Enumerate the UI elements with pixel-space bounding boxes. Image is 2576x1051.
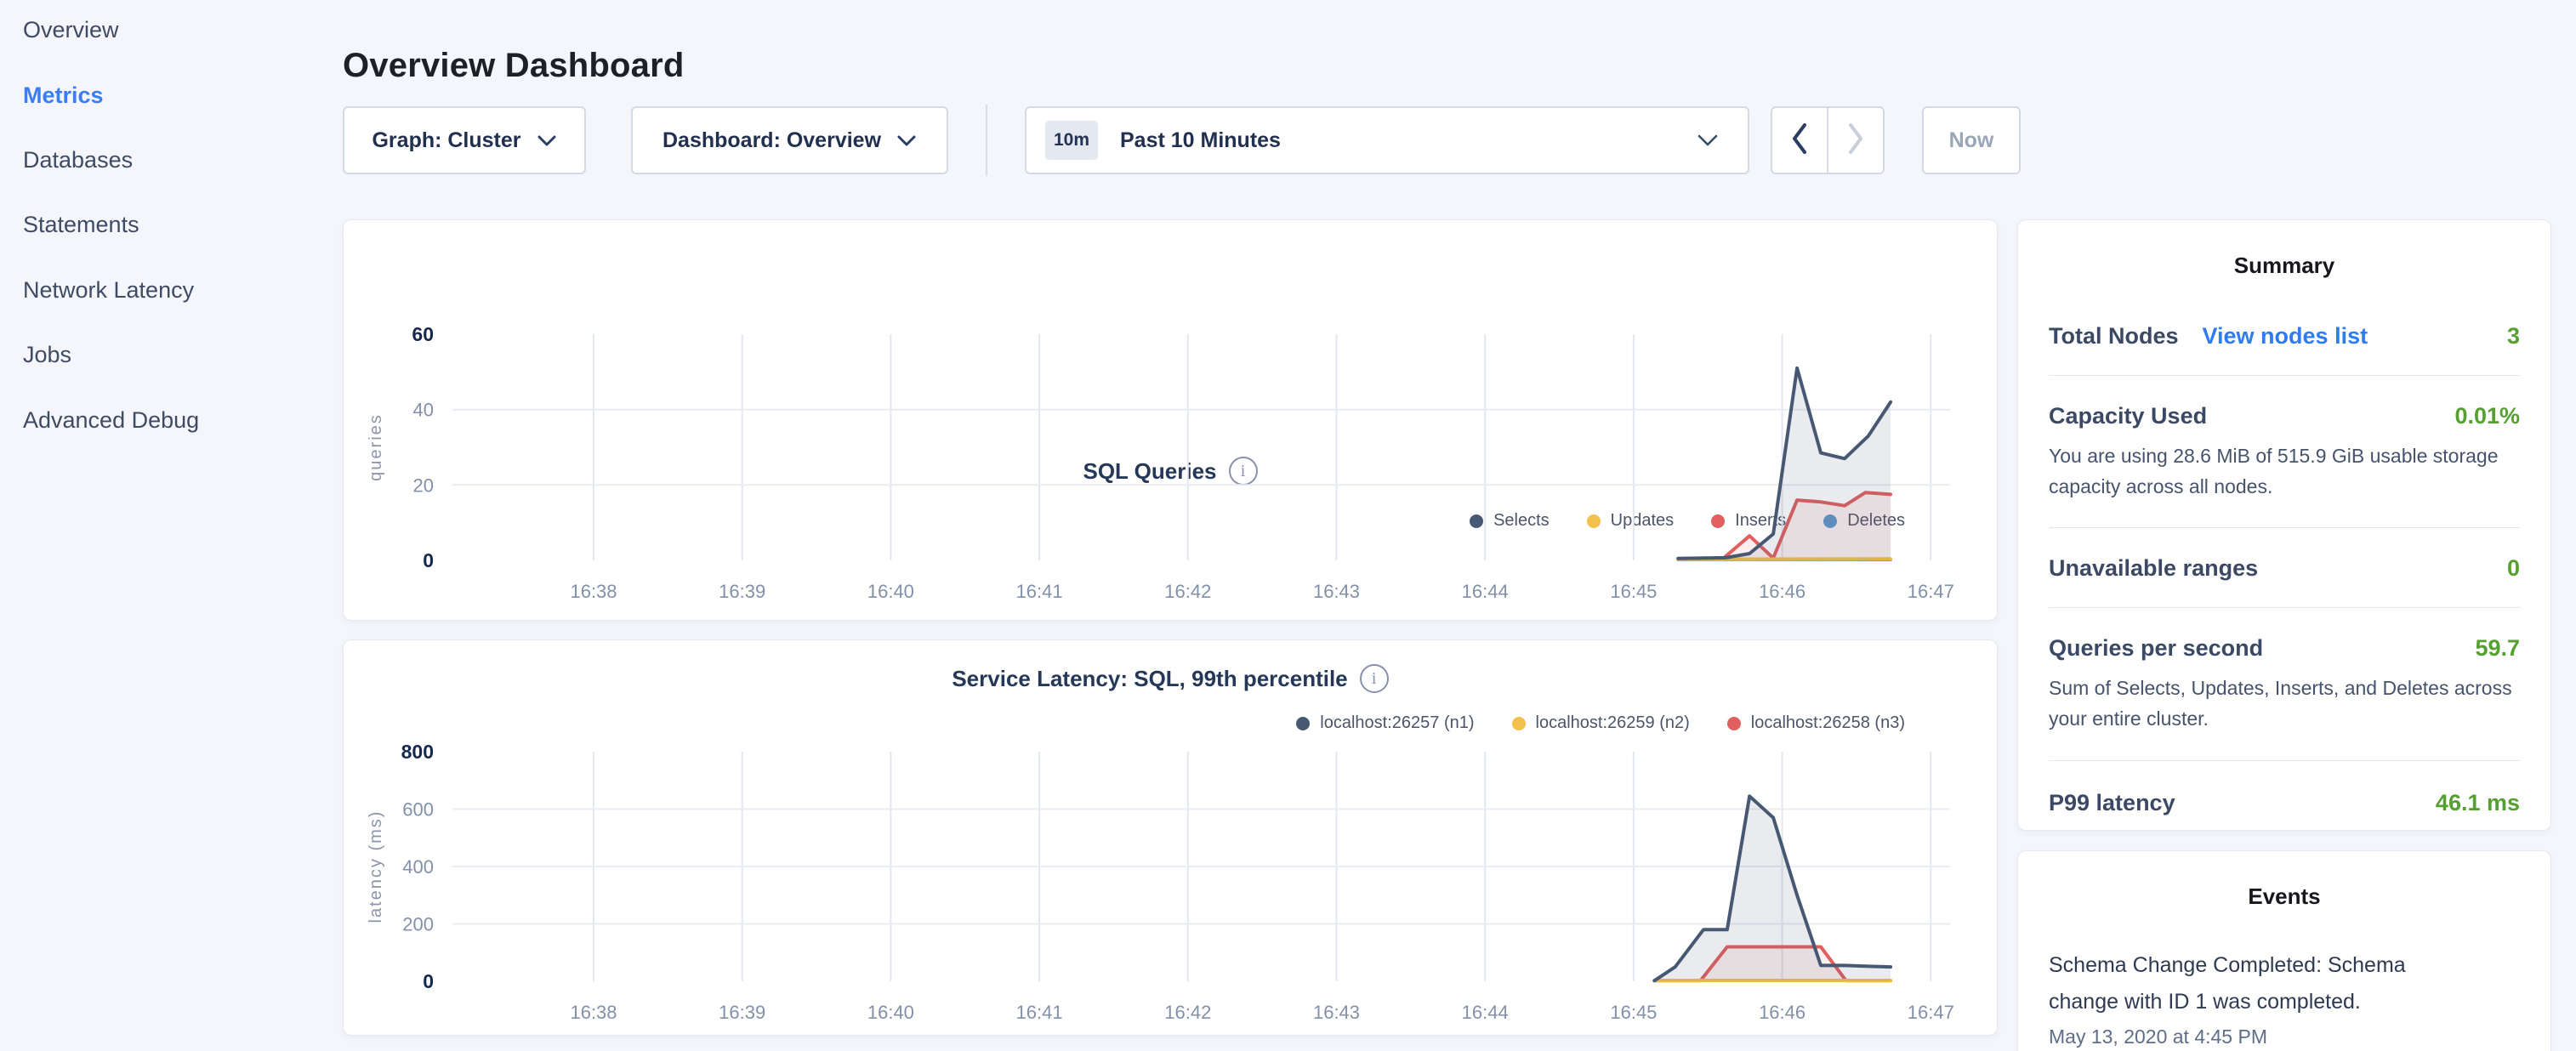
summary-label: Unavailable ranges — [2049, 555, 2258, 582]
sidebar-item-databases[interactable]: Databases — [23, 147, 133, 176]
svg-text:16:41: 16:41 — [1016, 581, 1063, 602]
summary-row-capacity-used: Capacity Used 0.01% — [2049, 403, 2520, 429]
svg-text:16:42: 16:42 — [1164, 1002, 1211, 1023]
svg-text:16:39: 16:39 — [719, 581, 765, 602]
sidebar-item-statements[interactable]: Statements — [23, 212, 139, 241]
time-step-buttons — [1771, 106, 1885, 174]
svg-text:800: 800 — [401, 741, 434, 763]
svg-text:latency (ms): latency (ms) — [367, 810, 385, 923]
sidebar-item-network-latency[interactable]: Network Latency — [23, 277, 194, 306]
divider — [2049, 760, 2520, 761]
summary-row-p99-latency: P99 latency 46.1 ms — [2049, 790, 2520, 816]
svg-text:16:39: 16:39 — [719, 1002, 765, 1023]
svg-text:16:43: 16:43 — [1313, 581, 1360, 602]
svg-text:16:45: 16:45 — [1610, 581, 1657, 602]
svg-text:16:40: 16:40 — [867, 1002, 914, 1023]
graph-dropdown[interactable]: Graph: Cluster — [343, 106, 586, 174]
svg-text:16:38: 16:38 — [570, 581, 617, 602]
divider — [2049, 527, 2520, 528]
svg-text:0: 0 — [423, 549, 434, 571]
svg-text:16:44: 16:44 — [1462, 581, 1509, 602]
svg-text:40: 40 — [413, 400, 434, 421]
event-item[interactable]: Schema Change Completed: Schema change w… — [2049, 947, 2478, 1020]
sql-queries-plot: 16:38 16:39 16:40 16:41 16:42 16:43 16:44 16:45… — [344, 220, 1999, 622]
metrics-page: Overview Metrics Databases Statements Ne… — [0, 0, 2576, 1051]
svg-text:0: 0 — [423, 970, 434, 992]
svg-text:400: 400 — [402, 856, 434, 878]
summary-value: 3 — [2507, 323, 2520, 349]
summary-value: 59.7 — [2475, 635, 2520, 662]
chevron-right-icon — [1847, 122, 1864, 159]
summary-label: P99 latency — [2049, 790, 2175, 816]
page-title: Overview Dashboard — [343, 47, 685, 85]
svg-text:16:47: 16:47 — [1908, 581, 1954, 602]
sidebar-item-advanced-debug[interactable]: Advanced Debug — [23, 407, 199, 436]
view-nodes-list-link[interactable]: View nodes list — [2203, 323, 2368, 349]
summary-label: Queries per second — [2049, 635, 2263, 662]
toolbar-divider — [986, 105, 987, 176]
graph-dropdown-label: Graph: Cluster — [372, 128, 520, 153]
prev-time-button[interactable] — [1772, 108, 1827, 173]
summary-row-queries-per-second: Queries per second 59.7 — [2049, 635, 2520, 662]
divider — [2049, 607, 2520, 608]
svg-text:16:46: 16:46 — [1759, 581, 1805, 602]
time-range-picker[interactable]: 10m Past 10 Minutes — [1025, 106, 1749, 174]
chevron-down-icon — [896, 128, 917, 153]
summary-value: 0.01% — [2454, 403, 2520, 429]
svg-text:16:40: 16:40 — [867, 581, 914, 602]
chevron-down-icon — [1697, 128, 1719, 153]
time-range-badge: 10m — [1045, 121, 1098, 160]
dashboard-dropdown[interactable]: Dashboard: Overview — [631, 106, 948, 174]
service-latency-chart-card: Service Latency: SQL, 99th percentile lo… — [343, 639, 1998, 1036]
svg-text:16:43: 16:43 — [1313, 1002, 1360, 1023]
summary-label: Total Nodes — [2049, 323, 2179, 349]
summary-row-total-nodes: Total Nodes View nodes list 3 — [2049, 323, 2520, 349]
svg-text:200: 200 — [402, 914, 434, 935]
service-latency-plot: 16:38 16:39 16:40 16:41 16:42 16:43 16:44 16:45… — [344, 640, 1999, 1037]
summary-subtext: You are using 28.6 MiB of 515.9 GiB usab… — [2049, 441, 2520, 502]
summary-value: 0 — [2507, 555, 2520, 582]
summary-title: Summary — [2049, 220, 2520, 279]
next-time-button[interactable] — [1827, 108, 1883, 173]
svg-text:600: 600 — [402, 799, 434, 821]
summary-row-unavailable-ranges: Unavailable ranges 0 — [2049, 555, 2520, 582]
svg-text:16:44: 16:44 — [1462, 1002, 1509, 1023]
sql-queries-chart-card: SQL Queries Selects Updates Inserts Dele… — [343, 219, 1998, 621]
sidebar-item-metrics[interactable]: Metrics — [23, 82, 104, 111]
svg-text:queries: queries — [367, 413, 385, 481]
time-range-label: Past 10 Minutes — [1120, 128, 1281, 153]
dashboard-dropdown-label: Dashboard: Overview — [662, 128, 881, 153]
summary-subtext: Sum of Selects, Updates, Inserts, and De… — [2049, 673, 2520, 734]
svg-text:16:45: 16:45 — [1610, 1002, 1657, 1023]
sidebar-item-overview[interactable]: Overview — [23, 17, 119, 46]
sidebar-item-jobs[interactable]: Jobs — [23, 342, 71, 371]
svg-text:16:41: 16:41 — [1016, 1002, 1063, 1023]
summary-panel: Summary Total Nodes View nodes list 3 Ca… — [2017, 219, 2551, 831]
svg-text:60: 60 — [412, 323, 434, 345]
events-panel: Events Schema Change Completed: Schema c… — [2017, 850, 2551, 1051]
svg-text:16:47: 16:47 — [1908, 1002, 1954, 1023]
svg-text:16:42: 16:42 — [1164, 581, 1211, 602]
svg-text:16:46: 16:46 — [1759, 1002, 1805, 1023]
chevron-down-icon — [537, 128, 557, 153]
chevron-left-icon — [1791, 122, 1808, 159]
events-title: Events — [2049, 851, 2520, 910]
now-button[interactable]: Now — [1922, 106, 2021, 174]
svg-text:16:38: 16:38 — [570, 1002, 617, 1023]
summary-label: Capacity Used — [2049, 403, 2207, 429]
summary-value: 46.1 ms — [2436, 790, 2520, 816]
svg-text:20: 20 — [413, 474, 434, 496]
event-timestamp: May 13, 2020 at 4:45 PM — [2049, 1025, 2520, 1048]
divider — [2049, 375, 2520, 376]
